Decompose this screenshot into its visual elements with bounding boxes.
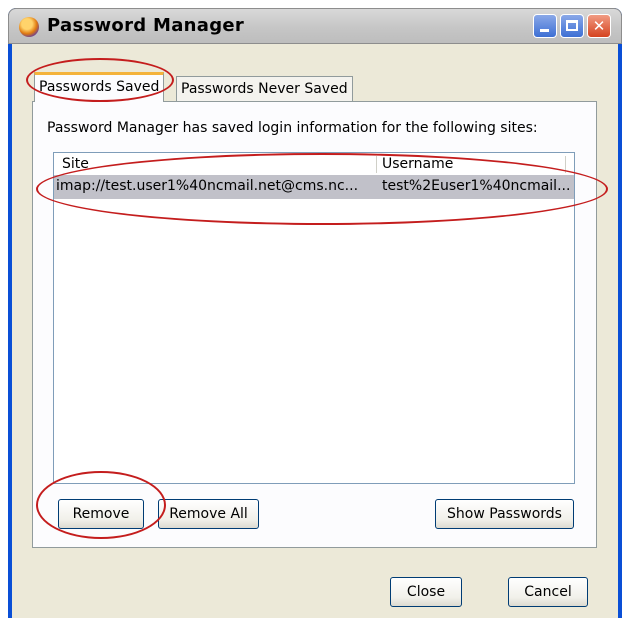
column-header-site[interactable]: Site bbox=[62, 156, 89, 172]
maximize-icon bbox=[566, 20, 578, 31]
site-cell: imap://test.user1%40ncmail.net@cms.nc... bbox=[56, 178, 359, 194]
column-divider[interactable] bbox=[376, 156, 377, 173]
saved-logins-list[interactable]: Site Username imap://test.user1%40ncmail… bbox=[53, 152, 575, 484]
username-cell: test%2Euser1%40ncmail... bbox=[382, 178, 571, 194]
column-picker-divider bbox=[565, 156, 566, 173]
tab-passwords-saved[interactable]: Passwords Saved bbox=[34, 72, 165, 102]
window-title: Password Manager bbox=[47, 15, 245, 36]
app-icon bbox=[19, 17, 39, 37]
password-manager-window: Password Manager ✕ Passwords Saved Passw… bbox=[8, 8, 622, 618]
close-window-button[interactable]: ✕ bbox=[587, 14, 611, 38]
title-bar[interactable]: Password Manager ✕ bbox=[8, 8, 622, 44]
minimize-icon bbox=[540, 29, 549, 32]
dialog-client-area: Passwords Saved Passwords Never Saved Pa… bbox=[12, 44, 618, 618]
list-header: Site Username bbox=[54, 153, 574, 176]
maximize-button[interactable] bbox=[560, 14, 584, 38]
info-text: Password Manager has saved login informa… bbox=[47, 120, 538, 136]
remove-all-button[interactable]: Remove All bbox=[158, 499, 259, 529]
close-icon: ✕ bbox=[592, 17, 606, 35]
show-passwords-button[interactable]: Show Passwords bbox=[435, 499, 574, 529]
close-button[interactable]: Close bbox=[390, 577, 462, 607]
table-row[interactable]: imap://test.user1%40ncmail.net@cms.nc...… bbox=[54, 175, 574, 199]
cancel-button[interactable]: Cancel bbox=[508, 577, 588, 607]
tab-passwords-never-saved[interactable]: Passwords Never Saved bbox=[176, 76, 353, 102]
column-header-username[interactable]: Username bbox=[382, 156, 453, 172]
minimize-button[interactable] bbox=[533, 14, 557, 38]
tab-panel: Password Manager has saved login informa… bbox=[32, 101, 597, 548]
remove-button[interactable]: Remove bbox=[58, 499, 144, 529]
